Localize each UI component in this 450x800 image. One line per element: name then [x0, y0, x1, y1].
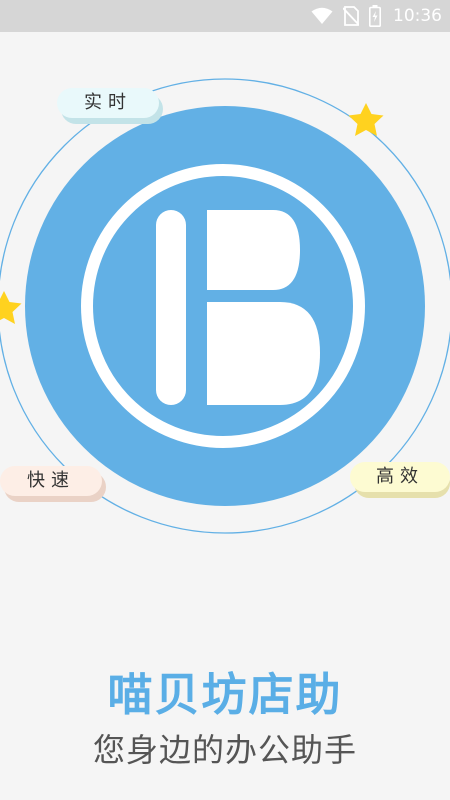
tag-realtime: 实时 — [57, 88, 159, 118]
star-icon — [348, 103, 384, 136]
battery-charging-icon — [369, 5, 381, 27]
app-title: 喵贝坊店助 — [107, 668, 343, 721]
status-bar: 10:36 — [0, 0, 450, 32]
app-subtitle: 您身边的办公助手 — [92, 731, 357, 769]
status-time: 10:36 — [393, 6, 442, 26]
tag-fast: 快速 — [0, 466, 102, 496]
b-logo-icon — [156, 210, 320, 405]
status-icons: 10:36 — [311, 0, 442, 32]
wifi-icon — [311, 7, 333, 25]
star-icon — [0, 291, 22, 324]
no-sim-icon — [343, 6, 359, 26]
tag-efficient: 高效 — [350, 462, 450, 492]
